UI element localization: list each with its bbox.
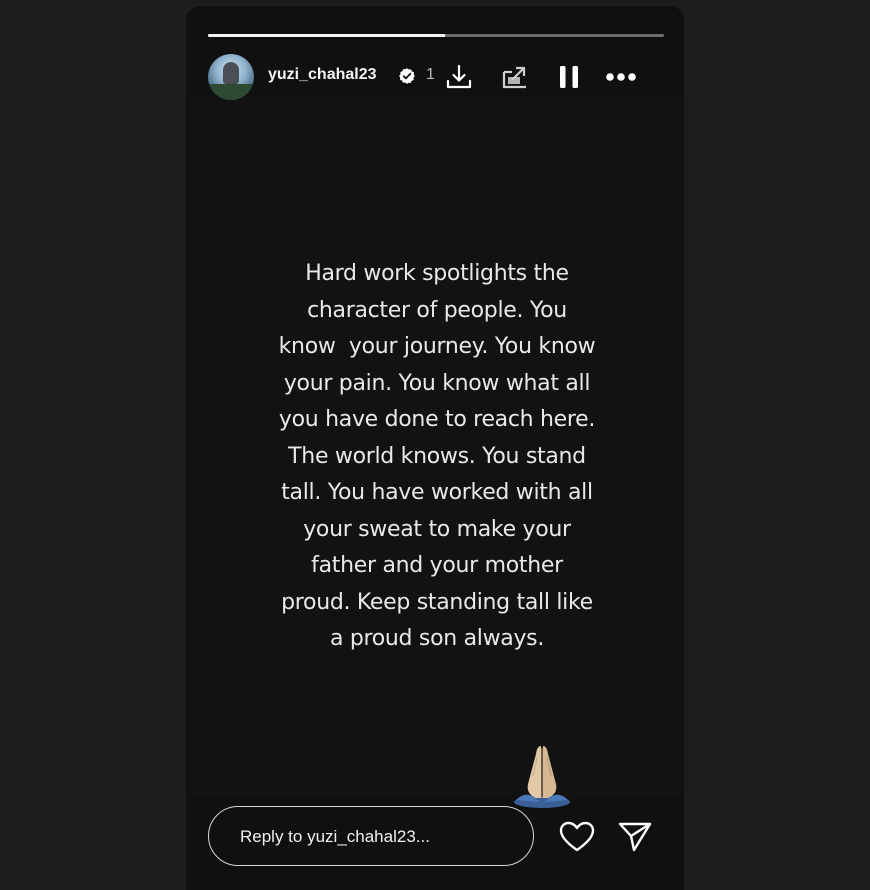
story-text-line: Hard work spotlights the — [305, 261, 569, 286]
story-text-line: know your journey. You know — [278, 334, 596, 359]
avatar-image-ground — [208, 84, 254, 100]
avatar-image-figure — [223, 62, 239, 84]
story-text-line: The world knows. You stand — [288, 443, 586, 469]
story-text-line: father and your mother — [311, 553, 563, 578]
story-text-line: a proud son always. — [329, 626, 545, 651]
story-text-line: character of people. You — [307, 297, 567, 323]
download-icon[interactable] — [442, 60, 476, 94]
more-options-icon[interactable] — [604, 60, 638, 94]
save-to-device-icon[interactable] — [498, 60, 532, 94]
story-progress-fill — [208, 34, 446, 37]
story-text-line: you have done to reach here. — [278, 407, 596, 432]
like-icon[interactable] — [558, 818, 596, 856]
username[interactable]: yuzi_chahal23 — [268, 66, 377, 84]
share-icon[interactable] — [616, 818, 654, 856]
folded-hands-emoji — [514, 746, 570, 808]
pause-icon[interactable] — [552, 60, 586, 94]
story-text-line: proud. Keep standing tall like — [281, 589, 593, 615]
reply-placeholder: Reply to yuzi_chahal23... — [240, 827, 430, 846]
story-header: yuzi_chahal23 1 — [208, 54, 664, 102]
avatar[interactable] — [208, 54, 254, 100]
reply-input[interactable]: Reply to yuzi_chahal23... — [208, 806, 534, 866]
story-text: Hard work spotlights the character of pe… — [242, 256, 632, 658]
story-timestamp: 1 — [426, 66, 435, 83]
story-text-line: your sweat to make your — [303, 516, 571, 542]
story-progress-bar — [208, 34, 664, 37]
story-text-line: tall. You have worked with all — [281, 480, 593, 505]
story-viewer[interactable]: yuzi_chahal23 1 Hard work spotlights the… — [186, 6, 684, 890]
story-text-line: your pain. You know what all — [283, 370, 591, 396]
verified-badge-icon — [399, 68, 415, 84]
